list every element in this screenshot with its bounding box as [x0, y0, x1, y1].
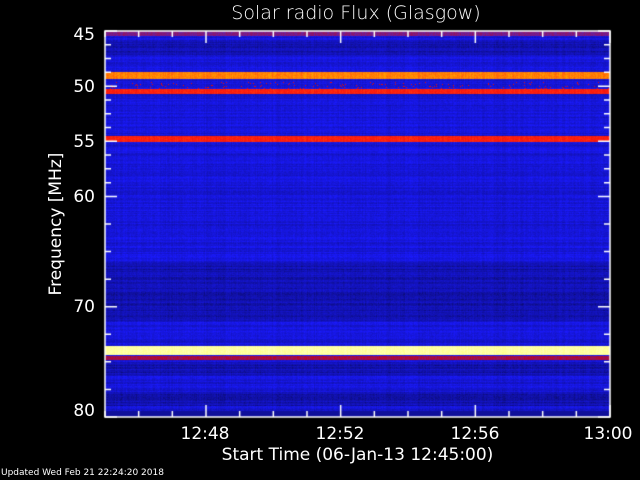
- y-tick-label: 80: [73, 401, 95, 421]
- spectrogram-plot: [0, 0, 640, 480]
- x-tick-label: 13:00: [583, 424, 633, 444]
- y-axis-label: Frequency [MHz]: [46, 152, 66, 296]
- y-tick-label: 70: [73, 297, 95, 317]
- x-axis-label: Start Time (06-Jan-13 12:45:00): [221, 445, 494, 465]
- y-tick-label: 55: [73, 132, 95, 152]
- y-tick-label: 45: [73, 25, 95, 45]
- x-tick-label: 12:56: [450, 424, 500, 444]
- x-tick-label: 12:48: [180, 424, 230, 444]
- y-tick-label: 60: [73, 187, 95, 207]
- spectrogram-figure: Solar radio Flux (Glasgow) Frequency [MH…: [0, 0, 640, 480]
- updated-timestamp: Updated Wed Feb 21 22:24:20 2018: [1, 468, 164, 478]
- chart-title: Solar radio Flux (Glasgow): [231, 2, 481, 24]
- y-tick-label: 50: [73, 77, 95, 97]
- x-tick-label: 12:52: [315, 424, 365, 444]
